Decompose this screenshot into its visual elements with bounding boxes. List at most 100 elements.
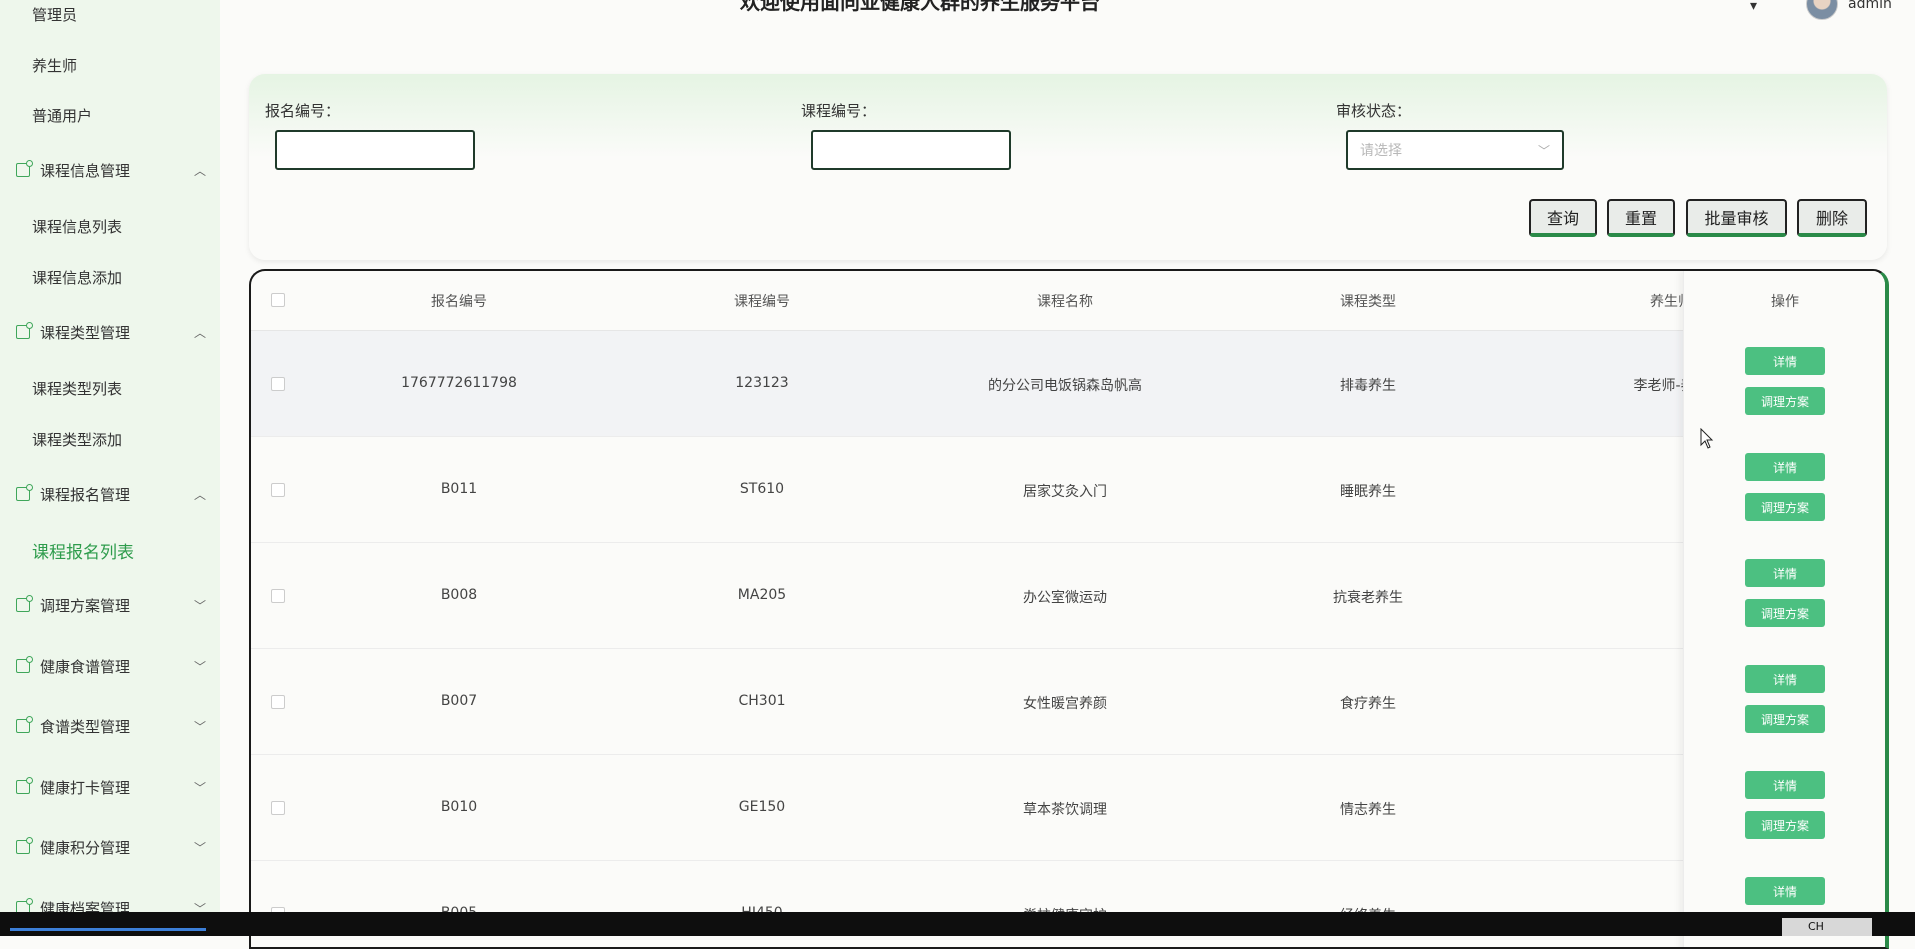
review-status-label: 审核状态： bbox=[1336, 102, 1412, 120]
sidebar-item-therapist[interactable]: 养生师 bbox=[32, 55, 77, 76]
operations-column: 操作 详情 调理方案 详情 调理方案 详情 调理方案 详情 调理方案 详情 调理… bbox=[1683, 271, 1885, 947]
select-all-checkbox[interactable] bbox=[271, 293, 285, 307]
column-header: 课程类型 bbox=[1340, 294, 1396, 310]
menu-icon bbox=[16, 777, 33, 794]
sidebar-item-user[interactable]: 普通用户 bbox=[32, 105, 92, 126]
sidebar-group-label: 健康积分管理 bbox=[40, 838, 131, 857]
plan-button[interactable]: 调理方案 bbox=[1745, 493, 1825, 521]
menu-icon bbox=[16, 484, 33, 501]
table-row[interactable]: B007 CH301 女性暖宫养颜 食疗养生 bbox=[251, 649, 1885, 755]
cell-enrollment-id: B008 bbox=[440, 587, 478, 603]
ime-indicator[interactable]: CH bbox=[1782, 918, 1872, 936]
sidebar: 管理员 养生师 普通用户 课程信息管理 ︿ 课程信息列表 课程信息添加 课程类型… bbox=[0, 0, 220, 936]
sidebar-group-label: 食谱类型管理 bbox=[40, 717, 131, 736]
sidebar-group-label: 课程信息管理 bbox=[40, 161, 131, 180]
cell-course-id: GE150 bbox=[738, 799, 786, 815]
cell-course-type: 抗衰老养生 bbox=[1333, 590, 1403, 606]
cell-course-type: 食疗养生 bbox=[1340, 696, 1396, 712]
sidebar-group-label: 健康打卡管理 bbox=[40, 778, 131, 797]
sidebar-item-course-type-add[interactable]: 课程类型添加 bbox=[32, 429, 122, 450]
cell-course-type: 睡眠养生 bbox=[1340, 484, 1396, 500]
row-checkbox[interactable] bbox=[271, 801, 285, 815]
chevron-down-icon: ﹀ bbox=[193, 780, 206, 795]
detail-button[interactable]: 详情 bbox=[1745, 453, 1825, 481]
sidebar-item-course-info-add[interactable]: 课程信息添加 bbox=[32, 267, 122, 288]
detail-button[interactable]: 详情 bbox=[1745, 559, 1825, 587]
header: 欢迎使用面向亚健康人群的养生服务平台 ▾ admin bbox=[220, 0, 1915, 40]
course-id-input[interactable] bbox=[811, 130, 1011, 170]
sidebar-item-course-type-list[interactable]: 课程类型列表 bbox=[32, 378, 122, 399]
sidebar-group-plan[interactable]: 调理方案管理 ﹀ bbox=[16, 593, 206, 617]
cell-course-name: 草本茶饮调理 bbox=[1023, 802, 1107, 818]
chevron-down-icon: ﹀ bbox=[193, 840, 206, 855]
row-checkbox[interactable] bbox=[271, 695, 285, 709]
menu-icon bbox=[16, 595, 33, 612]
sidebar-group-label: 健康食谱管理 bbox=[40, 657, 131, 676]
detail-button[interactable]: 详情 bbox=[1745, 771, 1825, 799]
chevron-up-icon: ︿ bbox=[193, 487, 206, 502]
table-row[interactable]: 1767772611798 123123 的分公司电饭锅森岛帆高 排毒养生 李老… bbox=[251, 331, 1885, 437]
sidebar-group-checkin[interactable]: 健康打卡管理 ﹀ bbox=[16, 775, 206, 799]
column-header: 课程名称 bbox=[1037, 294, 1093, 310]
menu-icon bbox=[16, 160, 33, 177]
sidebar-group-label: 课程报名管理 bbox=[40, 485, 131, 504]
search-button[interactable]: 查询 bbox=[1529, 199, 1597, 237]
menu-icon bbox=[16, 716, 33, 733]
table-row[interactable]: B010 GE150 草本茶饮调理 情志养生 bbox=[251, 755, 1885, 861]
row-checkbox[interactable] bbox=[271, 589, 285, 603]
dropdown-icon[interactable]: ▾ bbox=[1750, 0, 1757, 14]
sidebar-group-course-info[interactable]: 课程信息管理 ︿ bbox=[16, 158, 206, 182]
cell-course-id: MA205 bbox=[737, 587, 787, 603]
taskbar: CH bbox=[0, 912, 1915, 936]
avatar[interactable] bbox=[1806, 0, 1838, 20]
sidebar-item-course-info-list[interactable]: 课程信息列表 bbox=[32, 216, 122, 237]
progress-bar bbox=[10, 928, 206, 931]
sidebar-item-admin[interactable]: 管理员 bbox=[32, 4, 77, 25]
sidebar-item-enrollment-list[interactable]: 课程报名列表 bbox=[32, 538, 134, 563]
mouse-cursor-icon bbox=[1700, 428, 1714, 449]
cell-course-name: 的分公司电饭锅森岛帆高 bbox=[988, 378, 1142, 394]
plan-button[interactable]: 调理方案 bbox=[1745, 705, 1825, 733]
table-row[interactable]: B011 ST610 居家艾灸入门 睡眠养生 bbox=[251, 437, 1885, 543]
batch-review-button[interactable]: 批量审核 bbox=[1686, 199, 1787, 237]
cell-enrollment-id: B010 bbox=[440, 799, 478, 815]
cell-enrollment-id: 1767772611798 bbox=[401, 375, 517, 391]
plan-button[interactable]: 调理方案 bbox=[1745, 387, 1825, 415]
cell-enrollment-id: B007 bbox=[440, 693, 478, 709]
cell-course-id: CH301 bbox=[738, 693, 786, 709]
course-id-label: 课程编号： bbox=[801, 102, 877, 120]
delete-button[interactable]: 删除 bbox=[1797, 199, 1867, 237]
row-checkbox[interactable] bbox=[271, 377, 285, 391]
cell-course-name: 办公室微运动 bbox=[1023, 590, 1107, 606]
sidebar-group-points[interactable]: 健康积分管理 ﹀ bbox=[16, 835, 206, 859]
row-checkbox[interactable] bbox=[271, 483, 285, 497]
search-panel: 报名编号： 课程编号： 审核状态： 请选择 ﹀ 查询 重置 批量审核 删除 bbox=[249, 74, 1887, 260]
enrollment-id-input[interactable] bbox=[275, 130, 475, 170]
sidebar-group-course-type[interactable]: 课程类型管理 ︿ bbox=[16, 320, 206, 344]
detail-button[interactable]: 详情 bbox=[1745, 665, 1825, 693]
menu-icon bbox=[16, 322, 33, 339]
table-row[interactable]: B008 MA205 办公室微运动 抗衰老养生 bbox=[251, 543, 1885, 649]
plan-button[interactable]: 调理方案 bbox=[1745, 599, 1825, 627]
chevron-down-icon: ﹀ bbox=[193, 659, 206, 674]
chevron-up-icon: ︿ bbox=[193, 325, 206, 340]
sidebar-group-recipe[interactable]: 健康食谱管理 ﹀ bbox=[16, 654, 206, 678]
enrollment-id-label: 报名编号： bbox=[265, 102, 341, 120]
select-placeholder: 请选择 bbox=[1360, 143, 1402, 159]
menu-icon bbox=[16, 837, 33, 854]
column-header: 报名编号 bbox=[431, 294, 487, 310]
reset-button[interactable]: 重置 bbox=[1607, 199, 1675, 237]
menu-icon bbox=[16, 656, 33, 673]
sidebar-group-enrollment[interactable]: 课程报名管理 ︿ bbox=[16, 482, 206, 506]
username[interactable]: admin bbox=[1848, 0, 1892, 12]
detail-button[interactable]: 详情 bbox=[1745, 877, 1825, 905]
cell-course-id: ST610 bbox=[739, 481, 785, 497]
cell-course-name: 居家艾灸入门 bbox=[1023, 484, 1107, 500]
sidebar-group-label: 调理方案管理 bbox=[40, 596, 131, 615]
plan-button[interactable]: 调理方案 bbox=[1745, 811, 1825, 839]
review-status-select[interactable]: 请选择 ﹀ bbox=[1346, 130, 1564, 170]
detail-button[interactable]: 详情 bbox=[1745, 347, 1825, 375]
sidebar-group-recipe-type[interactable]: 食谱类型管理 ﹀ bbox=[16, 714, 206, 738]
chevron-up-icon: ︿ bbox=[193, 163, 206, 178]
chevron-down-icon: ﹀ bbox=[1537, 143, 1550, 158]
